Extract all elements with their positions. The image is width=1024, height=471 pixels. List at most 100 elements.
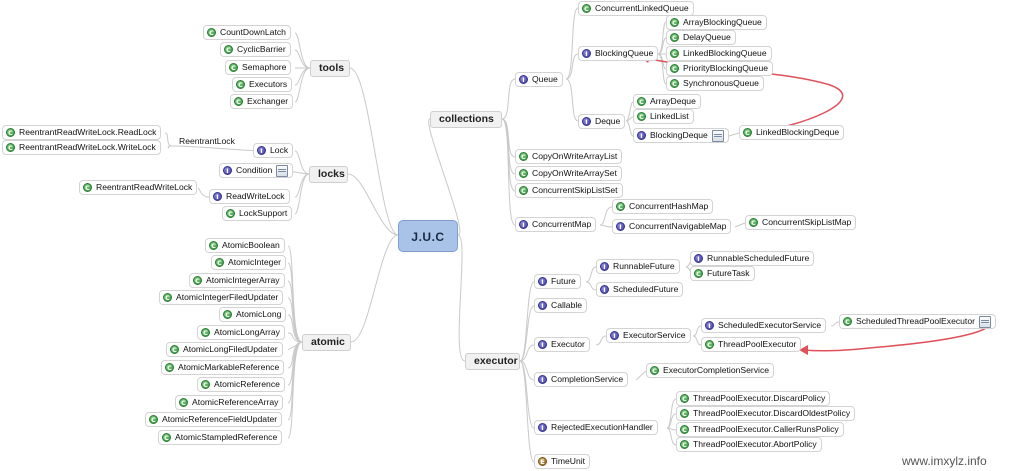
node-label: ThreadPoolExecutor <box>718 339 797 349</box>
branch-locks[interactable]: locks <box>309 166 348 183</box>
node-label: ThreadPoolExecutor.AbortPolicy <box>693 439 817 449</box>
queue-node[interactable]: I Queue <box>515 72 563 87</box>
interface-icon: I <box>519 75 528 84</box>
blocking-queue-impl-node[interactable]: C DelayQueue <box>666 30 736 45</box>
future-task-node[interactable]: C FutureTask <box>690 266 755 281</box>
concurrent-skip-list-map-node[interactable]: C ConcurrentSkipListMap <box>745 215 857 230</box>
atomic-node[interactable]: C AtomicLongFiledUpdater <box>166 342 283 357</box>
future-node[interactable]: I Future <box>534 274 581 289</box>
atomic-node[interactable]: C AtomicLongArray <box>197 325 285 340</box>
rejected-execution-handler-node[interactable]: I RejectedExecutionHandler <box>534 420 658 435</box>
interface-icon: I <box>582 49 591 58</box>
blocking-queue-impl-node[interactable]: C PriorityBlockingQueue <box>666 61 774 76</box>
atomic-node[interactable]: C AtomicIntegerArray <box>189 273 285 288</box>
node-label: CountDownLatch <box>220 27 286 37</box>
class-icon: C <box>179 398 188 407</box>
tool-node[interactable]: C Executors <box>232 77 293 92</box>
policy-node[interactable]: C ThreadPoolExecutor.CallerRunsPolicy <box>676 422 844 437</box>
class-icon: C <box>229 63 238 72</box>
completion-service-node[interactable]: I CompletionService <box>534 372 629 387</box>
class-icon: C <box>201 328 210 337</box>
atomic-node[interactable]: C AtomicBoolean <box>205 238 285 253</box>
copy-on-write-array-list-node[interactable]: C CopyOnWriteArrayList <box>515 149 623 164</box>
interface-icon: I <box>538 301 547 310</box>
atomic-node[interactable]: C AtomicLong <box>219 307 287 322</box>
note-icon[interactable] <box>711 129 724 142</box>
callable-node[interactable]: I Callable <box>534 298 588 313</box>
tool-node[interactable]: C CyclicBarrier <box>220 42 291 57</box>
node-label: ReentrantReadWriteLock.WriteLock <box>19 142 156 152</box>
note-icon[interactable] <box>276 164 289 177</box>
runnable-scheduled-future-node[interactable]: I RunnableScheduledFuture <box>690 251 815 266</box>
concurrent-navigable-map-node[interactable]: I ConcurrentNavigableMap <box>612 219 732 234</box>
note-icon[interactable] <box>978 315 991 328</box>
policy-node[interactable]: C ThreadPoolExecutor.DiscardOldestPolicy <box>676 406 856 421</box>
scheduled-thread-pool-executor-node[interactable]: C ScheduledThreadPoolExecutor <box>839 314 996 329</box>
atomic-node[interactable]: C AtomicInteger <box>211 255 287 270</box>
node-label: AtomicReferenceArray <box>192 397 279 407</box>
interface-icon: I <box>600 262 609 271</box>
deque-node[interactable]: I Deque <box>578 114 626 129</box>
blocking-deque-node[interactable]: I BlockingDeque <box>633 128 729 143</box>
copy-on-write-array-set-node[interactable]: C CopyOnWriteArraySet <box>515 166 622 181</box>
concurrent-hash-map-node[interactable]: C ConcurrentHashMap <box>612 199 714 214</box>
deque-impl-node[interactable]: C ArrayDeque <box>633 94 701 109</box>
class-icon: C <box>223 310 232 319</box>
scheduled-future-node[interactable]: I ScheduledFuture <box>596 282 684 297</box>
blocking-queue-impl-node[interactable]: C ArrayBlockingQueue <box>666 15 767 30</box>
root-node[interactable]: J.U.C <box>398 220 458 252</box>
blocking-queue-impl-node[interactable]: C LinkedBlockingQueue <box>666 46 772 61</box>
class-icon: C <box>163 293 172 302</box>
rrwl-node[interactable]: C ReentrantReadWriteLock <box>79 180 198 195</box>
node-label: BlockingDeque <box>650 130 708 140</box>
tool-node[interactable]: C CountDownLatch <box>203 25 291 40</box>
executor-completion-service-node[interactable]: C ExecutorCompletionService <box>646 363 775 378</box>
concurrent-linked-queue-node[interactable]: C ConcurrentLinkedQueue <box>578 1 694 16</box>
executor-node[interactable]: I Executor <box>534 337 590 352</box>
node-label: DelayQueue <box>683 32 731 42</box>
concurrent-skip-list-set-node[interactable]: C ConcurrentSkipListSet <box>515 183 623 198</box>
time-unit-node[interactable]: E TimeUnit <box>534 454 591 469</box>
executor-service-node[interactable]: I ExecutorService <box>606 328 691 343</box>
reentrant-lock-label[interactable]: ReentrantLock <box>179 136 235 146</box>
linked-blocking-deque-node[interactable]: C LinkedBlockingDeque <box>739 125 845 140</box>
blocking-queue-impl-node[interactable]: C SynchronousQueue <box>666 76 764 91</box>
atomic-node[interactable]: C AtomicReferenceFieldUpdater <box>145 412 283 427</box>
thread-pool-executor-node[interactable]: C ThreadPoolExecutor <box>701 337 802 352</box>
class-icon: C <box>616 202 625 211</box>
branch-collections[interactable]: collections <box>430 111 502 128</box>
atomic-node[interactable]: C AtomicIntegerFiledUpdater <box>159 290 284 305</box>
branch-executor[interactable]: executor <box>465 353 520 370</box>
policy-node[interactable]: C ThreadPoolExecutor.AbortPolicy <box>676 437 822 452</box>
branch-atomic[interactable]: atomic <box>302 334 351 351</box>
class-icon: C <box>209 241 218 250</box>
node-label: BlockingQueue <box>595 48 654 58</box>
branch-tools[interactable]: tools <box>310 60 350 77</box>
concurrent-map-node[interactable]: I ConcurrentMap <box>515 217 597 232</box>
atomic-node[interactable]: C AtomicReferenceArray <box>175 395 284 410</box>
blocking-queue-node[interactable]: I BlockingQueue <box>578 46 659 61</box>
rrwl-writelock-node[interactable]: C ReentrantReadWriteLock.WriteLock <box>2 140 161 155</box>
node-label: AtomicMarkableReference <box>178 362 280 372</box>
condition-node[interactable]: I Condition <box>219 163 294 178</box>
node-label: RunnableScheduledFuture <box>707 253 810 263</box>
tool-node[interactable]: C Semaphore <box>225 60 292 75</box>
node-label: ConcurrentSkipListMap <box>762 217 852 227</box>
read-write-lock-node[interactable]: I ReadWriteLock <box>209 189 290 204</box>
node-label: ScheduledFuture <box>613 284 679 294</box>
atomic-node[interactable]: C AtomicMarkableReference <box>161 360 285 375</box>
node-label: ThreadPoolExecutor.DiscardOldestPolicy <box>693 408 851 418</box>
scheduled-executor-service-node[interactable]: I ScheduledExecutorService <box>701 318 827 333</box>
tool-node[interactable]: C Exchanger <box>230 94 294 109</box>
runnable-future-node[interactable]: I RunnableFuture <box>596 259 680 274</box>
atomic-node[interactable]: C AtomicStampledReference <box>158 430 283 445</box>
class-icon: C <box>519 186 528 195</box>
enum-icon: E <box>538 457 547 466</box>
atomic-node[interactable]: C AtomicReference <box>197 377 285 392</box>
deque-impl-node[interactable]: C LinkedList <box>633 109 694 124</box>
lock-support-node[interactable]: C LockSupport <box>222 206 293 221</box>
policy-node[interactable]: C ThreadPoolExecutor.DiscardPolicy <box>676 391 831 406</box>
node-label: AtomicLong <box>236 309 282 319</box>
lock-node[interactable]: I Lock <box>253 143 294 158</box>
rrwl-readlock-node[interactable]: C ReentrantReadWriteLock.ReadLock <box>2 125 162 140</box>
